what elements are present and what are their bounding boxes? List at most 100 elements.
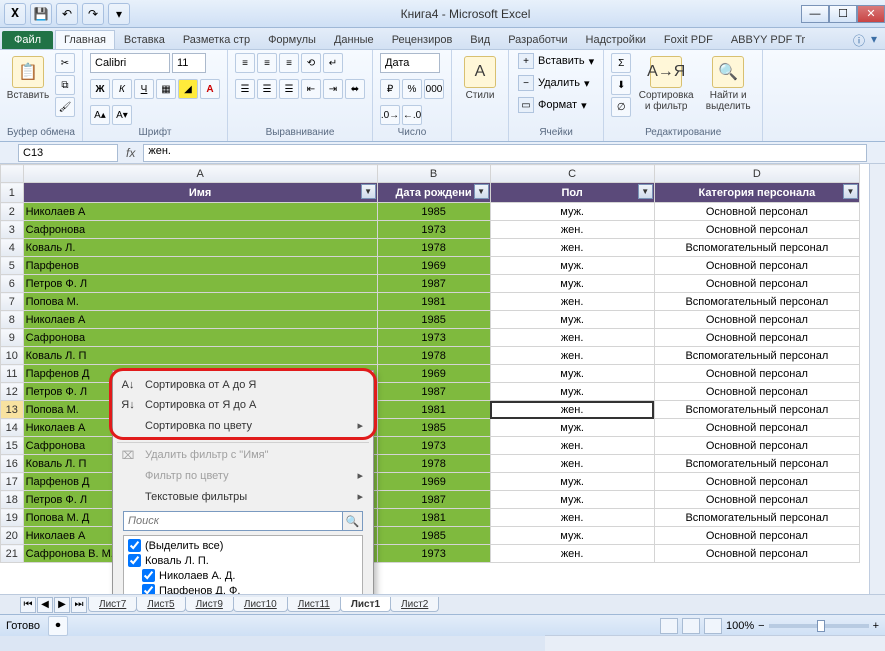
select-all-checkbox[interactable]: (Выделить все) xyxy=(126,538,360,553)
cell-gender[interactable]: жен. xyxy=(490,221,654,239)
filter-value-checkbox[interactable]: Коваль Л. П. xyxy=(126,553,360,568)
row-header-8[interactable]: 8 xyxy=(1,311,24,329)
cell-category[interactable]: Основной персонал xyxy=(654,365,859,383)
filter-value-checkbox[interactable]: Парфенов Д. Ф. xyxy=(126,583,360,594)
minimize-button[interactable]: — xyxy=(801,5,829,23)
paste-button[interactable]: 📋 Вставить xyxy=(6,52,50,101)
col-header-B[interactable]: B xyxy=(377,165,490,183)
tab-ABBYY PDF Tr[interactable]: ABBYY PDF Tr xyxy=(722,30,814,49)
row-header-11[interactable]: 11 xyxy=(1,365,24,383)
undo-icon[interactable]: ↶ xyxy=(56,3,78,25)
cell-year[interactable]: 1981 xyxy=(377,509,490,527)
row-header-20[interactable]: 20 xyxy=(1,527,24,545)
worksheet-grid[interactable]: A B C D 1Имя▼Дата рождени▼Пол▼Категория … xyxy=(0,164,885,594)
cell-category[interactable]: Основной персонал xyxy=(654,257,859,275)
fill-color-button[interactable]: ◢ xyxy=(178,79,198,99)
cell-gender[interactable]: муж. xyxy=(490,257,654,275)
font-name-combo[interactable] xyxy=(90,53,170,73)
format-painter-icon[interactable]: 🖌 xyxy=(55,97,75,117)
col-header-A[interactable]: A xyxy=(23,165,377,183)
zoom-slider[interactable] xyxy=(769,624,869,628)
cell-name[interactable]: Парфенов xyxy=(23,257,377,275)
cell-year[interactable]: 1985 xyxy=(377,203,490,221)
cell-year[interactable]: 1987 xyxy=(377,383,490,401)
filter-value-checkbox[interactable]: Николаев А. Д. xyxy=(126,568,360,583)
cell-category[interactable]: Основной персонал xyxy=(654,491,859,509)
cell-gender[interactable]: муж. xyxy=(490,311,654,329)
cell-category[interactable]: Вспомогательный персонал xyxy=(654,509,859,527)
decrease-font-button[interactable]: A▾ xyxy=(112,105,132,125)
row-header-2[interactable]: 2 xyxy=(1,203,24,221)
sort-descending-item[interactable]: Я↓ Сортировка от Я до А xyxy=(113,395,373,415)
row-header-16[interactable]: 16 xyxy=(1,455,24,473)
cell-gender[interactable]: муж. xyxy=(490,275,654,293)
sheet-tab[interactable]: Лист10 xyxy=(233,597,288,612)
tab-Вид[interactable]: Вид xyxy=(461,30,499,49)
bold-button[interactable]: Ж xyxy=(90,79,110,99)
table-header-category[interactable]: Категория персонала▼ xyxy=(654,183,859,203)
cell-gender[interactable]: жен. xyxy=(490,455,654,473)
cell-category[interactable]: Вспомогательный персонал xyxy=(654,455,859,473)
number-format-combo[interactable] xyxy=(380,53,440,73)
row-header-13[interactable]: 13 xyxy=(1,401,24,419)
cell-category[interactable]: Основной персонал xyxy=(654,419,859,437)
row-header-3[interactable]: 3 xyxy=(1,221,24,239)
sheet-tab[interactable]: Лист11 xyxy=(287,597,341,612)
find-select-button[interactable]: 🔍 Найти и выделить xyxy=(700,52,756,112)
row-header-10[interactable]: 10 xyxy=(1,347,24,365)
autosum-button[interactable]: Σ xyxy=(611,53,631,73)
cell-year[interactable]: 1969 xyxy=(377,257,490,275)
row-header-6[interactable]: 6 xyxy=(1,275,24,293)
percent-button[interactable]: % xyxy=(402,79,422,99)
filter-checklist[interactable]: (Выделить все) Коваль Л. П. Николаев А. … xyxy=(123,535,363,594)
cell-year[interactable]: 1981 xyxy=(377,401,490,419)
font-color-button[interactable]: A xyxy=(200,79,220,99)
row-header-12[interactable]: 12 xyxy=(1,383,24,401)
align-middle-button[interactable]: ≡ xyxy=(257,53,277,73)
sort-filter-button[interactable]: A→Я Сортировка и фильтр xyxy=(636,52,696,112)
redo-icon[interactable]: ↷ xyxy=(82,3,104,25)
align-bottom-button[interactable]: ≡ xyxy=(279,53,299,73)
cell-category[interactable]: Основной персонал xyxy=(654,383,859,401)
row-header-18[interactable]: 18 xyxy=(1,491,24,509)
decrease-decimal-button[interactable]: ←.0 xyxy=(402,105,422,125)
increase-indent-button[interactable]: ⇥ xyxy=(323,79,343,99)
comma-button[interactable]: 000 xyxy=(424,79,444,99)
cell-year[interactable]: 1987 xyxy=(377,491,490,509)
excel-icon[interactable]: 𝐗 xyxy=(4,3,26,25)
cell-year[interactable]: 1981 xyxy=(377,293,490,311)
cell-category[interactable]: Основной персонал xyxy=(654,275,859,293)
cell-gender[interactable]: муж. xyxy=(490,365,654,383)
macro-record-icon[interactable]: ⏺ xyxy=(48,616,68,636)
col-header-C[interactable]: C xyxy=(490,165,654,183)
formula-input[interactable]: жен. xyxy=(143,144,867,162)
cell-gender[interactable]: муж. xyxy=(490,473,654,491)
copy-icon[interactable]: ⧉ xyxy=(55,75,75,95)
sheet-nav-prev[interactable]: ◀ xyxy=(37,597,53,613)
col-header-D[interactable]: D xyxy=(654,165,859,183)
orientation-button[interactable]: ⟲ xyxy=(301,53,321,73)
cell-year[interactable]: 1978 xyxy=(377,455,490,473)
tab-Данные[interactable]: Данные xyxy=(325,30,383,49)
cell-category[interactable]: Основной персонал xyxy=(654,437,859,455)
cell-category[interactable]: Вспомогательный персонал xyxy=(654,347,859,365)
cell-name[interactable]: Попова М. xyxy=(23,293,377,311)
cell-gender[interactable]: жен. xyxy=(490,329,654,347)
format-cells-button[interactable]: ▭Формат▾ xyxy=(515,96,590,114)
fill-button[interactable]: ⬇ xyxy=(611,75,631,95)
cell-name[interactable]: Коваль Л. xyxy=(23,239,377,257)
cell-year[interactable]: 1978 xyxy=(377,347,490,365)
tab-Foxit PDF[interactable]: Foxit PDF xyxy=(655,30,722,49)
row-header-7[interactable]: 7 xyxy=(1,293,24,311)
zoom-in-button[interactable]: + xyxy=(873,620,879,632)
filter-button-category[interactable]: ▼ xyxy=(843,184,858,199)
tab-Вставка[interactable]: Вставка xyxy=(115,30,174,49)
cell-name[interactable]: Коваль Л. П xyxy=(23,347,377,365)
cell-gender[interactable]: муж. xyxy=(490,383,654,401)
page-layout-view-button[interactable] xyxy=(682,618,700,634)
cell-name[interactable]: Сафронова xyxy=(23,329,377,347)
table-header-name[interactable]: Имя▼ xyxy=(23,183,377,203)
delete-cells-button[interactable]: −Удалить▾ xyxy=(515,74,593,92)
close-button[interactable]: ✕ xyxy=(857,5,885,23)
italic-button[interactable]: К xyxy=(112,79,132,99)
